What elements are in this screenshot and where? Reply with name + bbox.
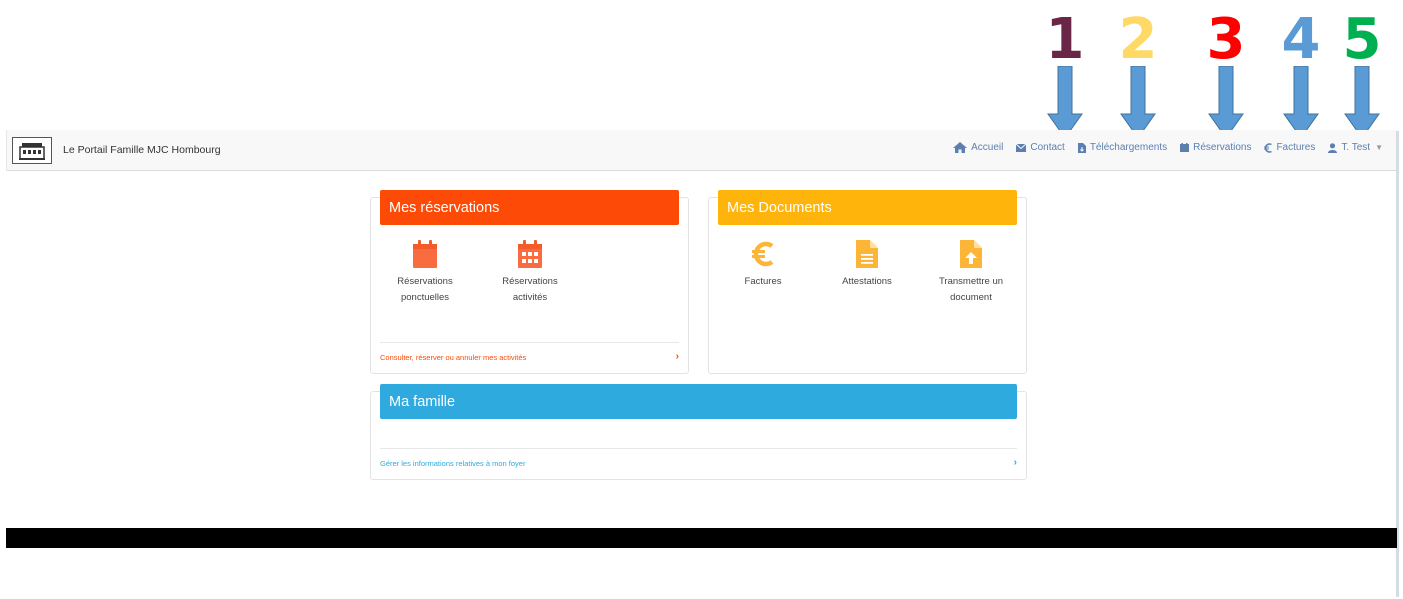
user-icon (1328, 142, 1338, 153)
tile-label-line2: document (950, 292, 992, 303)
card-reservations-footer-link[interactable]: Consulter, réserver ou annuler mes activ… (380, 342, 679, 373)
calendar-grid-icon (518, 240, 542, 268)
top-navbar: Le Portail Famille MJC Hombourg Accueil … (6, 130, 1397, 171)
nav-accueil[interactable]: Accueil (953, 142, 1003, 153)
calendar-icon (413, 240, 437, 268)
card-famille: Ma famille Gérer les informations relati… (370, 384, 1027, 480)
tile-reservations-ponctuelles[interactable]: Réservations ponctuelles (377, 240, 473, 306)
annotation-number-4: 4 (1281, 7, 1321, 72)
card-reservations: Mes réservations Réservations ponctuelle… (370, 190, 689, 374)
upload-file-icon (960, 240, 982, 268)
tile-factures[interactable]: Factures (715, 240, 811, 290)
tile-reservations-activites[interactable]: Réservations activités (482, 240, 578, 306)
chevron-right-icon: › (675, 351, 679, 362)
card-documents: Mes Documents Factures Attestations Tran… (708, 190, 1027, 374)
nav-telechargements-label: Téléchargements (1089, 142, 1168, 153)
nav-user-label: T. Test (1341, 142, 1371, 153)
building-logo-icon (19, 142, 45, 160)
footer-link-text: Consulter, réserver ou annuler mes activ… (380, 353, 527, 362)
caret-down-icon: ▼ (1375, 143, 1383, 152)
card-reservations-title[interactable]: Mes réservations (380, 190, 679, 225)
nav-contact[interactable]: Contact (1016, 142, 1065, 153)
download-file-icon (1077, 142, 1086, 153)
screenshot: 1 2 3 4 5 Le Portail Famille MJC Hombour… (0, 0, 1403, 599)
tile-label-line1: Factures (744, 276, 782, 287)
calendar-icon (1180, 143, 1190, 152)
annotation-number-5: 5 (1342, 7, 1382, 72)
brand-title[interactable]: Le Portail Famille MJC Hombourg (63, 144, 221, 156)
tile-label-line1: Attestations (842, 276, 892, 287)
tile-label-line1: Transmettre un (938, 276, 1004, 287)
euro-icon (1264, 142, 1273, 153)
annotation-arrow-icon (1208, 66, 1244, 139)
nav-contact-label: Contact (1030, 142, 1065, 153)
redaction-bar (6, 528, 1397, 548)
card-famille-title[interactable]: Ma famille (380, 384, 1017, 419)
nav-factures[interactable]: Factures (1264, 142, 1315, 153)
main-nav: Accueil Contact Téléchargements Réservat… (953, 142, 1383, 153)
annotation-number-2: 2 (1118, 7, 1158, 72)
nav-factures-label: Factures (1276, 142, 1316, 153)
annotation-arrow-icon (1047, 66, 1083, 139)
nav-telechargements[interactable]: Téléchargements (1077, 142, 1168, 153)
home-icon (953, 142, 968, 153)
nav-reservations-label: Réservations (1193, 142, 1252, 153)
euro-icon (752, 241, 774, 267)
tile-transmettre-document[interactable]: Transmettre un document (923, 240, 1019, 306)
nav-accueil-label: Accueil (971, 142, 1004, 153)
nav-reservations[interactable]: Réservations (1180, 142, 1251, 153)
footer-link-text: Gérer les informations relatives à mon f… (380, 459, 526, 468)
annotation-arrow-icon (1120, 66, 1156, 139)
brand-logo[interactable] (12, 137, 52, 164)
tile-label-line1: Réservations (502, 276, 558, 287)
document-icon (856, 240, 878, 268)
tile-label-line2: ponctuelles (400, 292, 450, 303)
annotation-number-3: 3 (1206, 7, 1246, 72)
card-famille-footer-link[interactable]: Gérer les informations relatives à mon f… (380, 448, 1017, 479)
nav-user-menu[interactable]: T. Test ▼ (1328, 142, 1383, 153)
tile-label-line2: activités (512, 292, 548, 303)
tile-attestations[interactable]: Attestations (819, 240, 915, 290)
tile-label-line1: Réservations (397, 276, 453, 287)
annotation-number-1: 1 (1045, 7, 1085, 72)
card-documents-title[interactable]: Mes Documents (718, 190, 1017, 225)
chevron-right-icon: › (1013, 457, 1017, 468)
annotation-arrow-icon (1283, 66, 1319, 139)
envelope-icon (1016, 143, 1027, 152)
annotation-arrow-icon (1344, 66, 1380, 139)
